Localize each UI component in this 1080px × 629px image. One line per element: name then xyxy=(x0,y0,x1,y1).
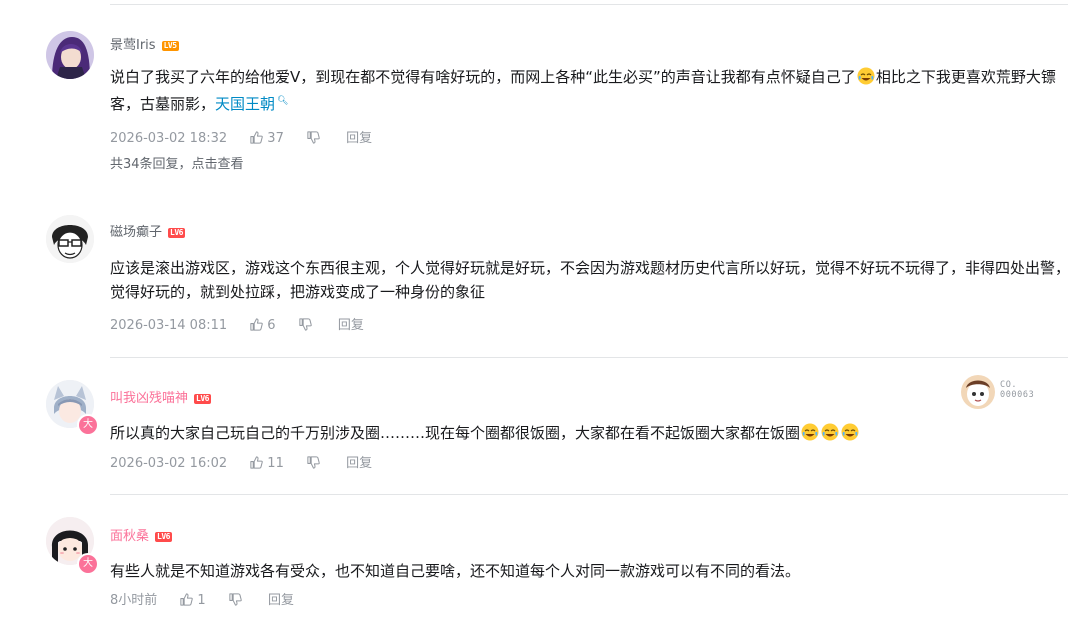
comment-text: 有些人就是不知道游戏各有受众，也不知道自己要啥，还不知道每个人对同一款游戏可以有… xyxy=(110,562,801,580)
comment-text: 所以真的大家自己玩自己的千万别涉及圈………现在每个圈都很饭圈，大家都在看不起饭圈… xyxy=(110,424,801,442)
level-badge: LV6 xyxy=(194,393,211,404)
comment-time: 2026-03-02 16:02 xyxy=(110,456,228,471)
fan-badge-label: CO. xyxy=(1000,380,1018,390)
fan-badge-text: CO. 000063 xyxy=(1000,380,1034,400)
thumbs-down-icon[interactable] xyxy=(306,455,321,470)
avatar-badge: 大 xyxy=(77,414,99,436)
avatar[interactable] xyxy=(46,31,94,79)
thumbs-up-icon[interactable] xyxy=(249,455,264,470)
level-badge: LV6 xyxy=(155,531,172,542)
thumbs-up-icon[interactable] xyxy=(249,130,264,145)
thumbs-down-icon[interactable] xyxy=(298,317,313,332)
username-text[interactable]: 景莺Iris xyxy=(110,38,156,53)
search-icon[interactable]: 🔍︎ xyxy=(277,96,288,106)
username[interactable]: 面秋桑 LV6 xyxy=(110,528,172,546)
reply-button[interactable]: 回复 xyxy=(268,592,294,610)
fan-badge-icon xyxy=(961,375,995,409)
fan-badge-number: 000063 xyxy=(1000,390,1035,400)
like-button[interactable]: 1 xyxy=(179,592,206,610)
divider xyxy=(110,4,1068,5)
comment-text: 应该是滚出游戏区，游戏这个东西很主观，个人觉得好玩就是好玩，不会因为游戏题材历史… xyxy=(110,259,1071,301)
avatar-image xyxy=(46,31,94,79)
comment-content: 所以真的大家自己玩自己的千万别涉及圈………现在每个圈都很饭圈，大家都在看不起饭圈… xyxy=(110,421,1070,445)
like-count: 37 xyxy=(267,131,284,146)
dislike-button[interactable] xyxy=(298,317,316,335)
comment-content: 说白了我买了六年的给他爱V，到现在都不觉得有啥好玩的，而网上各种“此生必买”的声… xyxy=(110,65,1070,116)
divider xyxy=(110,357,1068,358)
thumbs-up-icon[interactable] xyxy=(249,317,264,332)
username[interactable]: 景莺Iris LV5 xyxy=(110,37,179,55)
avatar-image xyxy=(46,215,94,263)
dislike-button[interactable] xyxy=(228,592,246,610)
username[interactable]: 磁场癫子 LV6 xyxy=(110,224,185,242)
laugh-cry-emoji xyxy=(801,423,819,441)
thumbs-up-icon[interactable] xyxy=(179,592,194,607)
username-text[interactable]: 叫我凶残喵神 xyxy=(110,391,188,406)
dislike-button[interactable] xyxy=(306,130,324,148)
username-text[interactable]: 磁场癫子 xyxy=(110,225,162,240)
like-button[interactable]: 11 xyxy=(249,455,284,473)
laugh-cry-emoji xyxy=(857,67,875,85)
thumbs-down-icon[interactable] xyxy=(306,130,321,145)
dislike-button[interactable] xyxy=(306,455,324,473)
laugh-cry-emoji xyxy=(821,423,839,441)
level-badge: LV5 xyxy=(161,40,179,51)
username-text[interactable]: 面秋桑 xyxy=(110,529,149,544)
reply-button[interactable]: 回复 xyxy=(338,317,364,335)
like-button[interactable]: 6 xyxy=(249,317,276,335)
username[interactable]: 叫我凶残喵神 LV6 xyxy=(110,390,211,408)
comment-meta: 8小时前 1 回复 xyxy=(110,592,312,611)
avatar[interactable] xyxy=(46,215,94,263)
reply-button[interactable]: 回复 xyxy=(346,455,372,473)
comment-meta: 2026-03-02 18:32 37 回复 xyxy=(110,130,390,149)
reply-button[interactable]: 回复 xyxy=(346,130,372,148)
avatar-badge: 大 xyxy=(77,553,99,575)
comment-meta: 2026-03-02 16:02 11 回复 xyxy=(110,455,390,474)
like-button[interactable]: 37 xyxy=(249,130,284,148)
like-count: 11 xyxy=(267,456,284,471)
comment-time: 2026-03-14 08:11 xyxy=(110,318,228,333)
comment-text: 说白了我买了六年的给他爱V，到现在都不觉得有啥好玩的，而网上各种“此生必买”的声… xyxy=(110,68,856,86)
view-replies-link[interactable]: 共34条回复，点击查看 xyxy=(110,156,244,174)
divider xyxy=(110,494,1068,495)
comment-meta: 2026-03-14 08:11 6 回复 xyxy=(110,317,382,336)
thumbs-down-icon[interactable] xyxy=(228,592,243,607)
like-count: 1 xyxy=(197,593,206,608)
like-count: 6 xyxy=(267,318,276,333)
comment-time: 8小时前 xyxy=(110,593,158,608)
level-badge: LV6 xyxy=(168,227,185,238)
laugh-cry-emoji xyxy=(841,423,859,441)
search-link[interactable]: 天国王朝 xyxy=(215,95,275,113)
fan-badge[interactable]: CO. 000063 xyxy=(960,374,1060,410)
comment-time: 2026-03-02 18:32 xyxy=(110,131,228,146)
